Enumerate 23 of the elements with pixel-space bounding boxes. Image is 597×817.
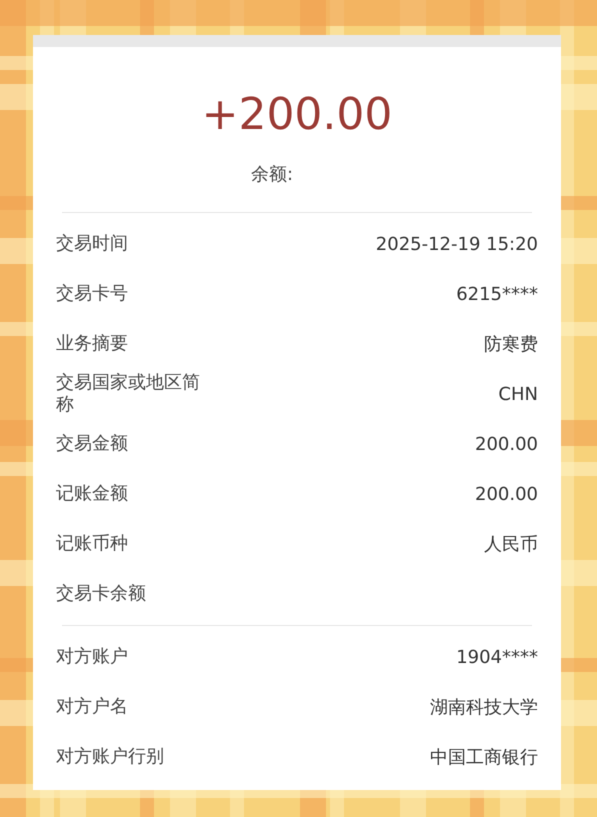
row-label: 业务摘要 bbox=[56, 333, 129, 355]
row-value: 中国工商银行 bbox=[430, 746, 538, 770]
row-value: 1904**** bbox=[456, 646, 538, 670]
row-value: 人民币 bbox=[484, 532, 538, 556]
row-value: 6215**** bbox=[456, 282, 538, 306]
amount: +200.00 bbox=[202, 89, 392, 141]
row-label: 记账币种 bbox=[56, 533, 129, 555]
balance-label: 余额: bbox=[250, 163, 294, 187]
row-value: CHN bbox=[498, 382, 538, 406]
row-value: 湖南科技大学 bbox=[430, 696, 538, 720]
row-label: 交易金额 bbox=[56, 433, 129, 455]
row-label: 交易卡余额 bbox=[56, 583, 147, 605]
row-label: 对方账户 bbox=[56, 646, 129, 668]
row-value: 2025-12-19 15:20 bbox=[376, 232, 538, 256]
row-label: 交易时间 bbox=[56, 233, 129, 255]
row-value: 200.00 bbox=[475, 432, 538, 456]
row-label: 对方户名 bbox=[56, 696, 129, 718]
row-label: 交易国家或地区简称 bbox=[56, 372, 201, 416]
row-label: 记账金额 bbox=[56, 483, 129, 505]
row-value: 200.00 bbox=[475, 482, 538, 506]
row-value: 防寒费 bbox=[484, 332, 538, 356]
row-label: 对方账户行别 bbox=[56, 746, 165, 768]
row-label: 交易卡号 bbox=[56, 283, 129, 305]
